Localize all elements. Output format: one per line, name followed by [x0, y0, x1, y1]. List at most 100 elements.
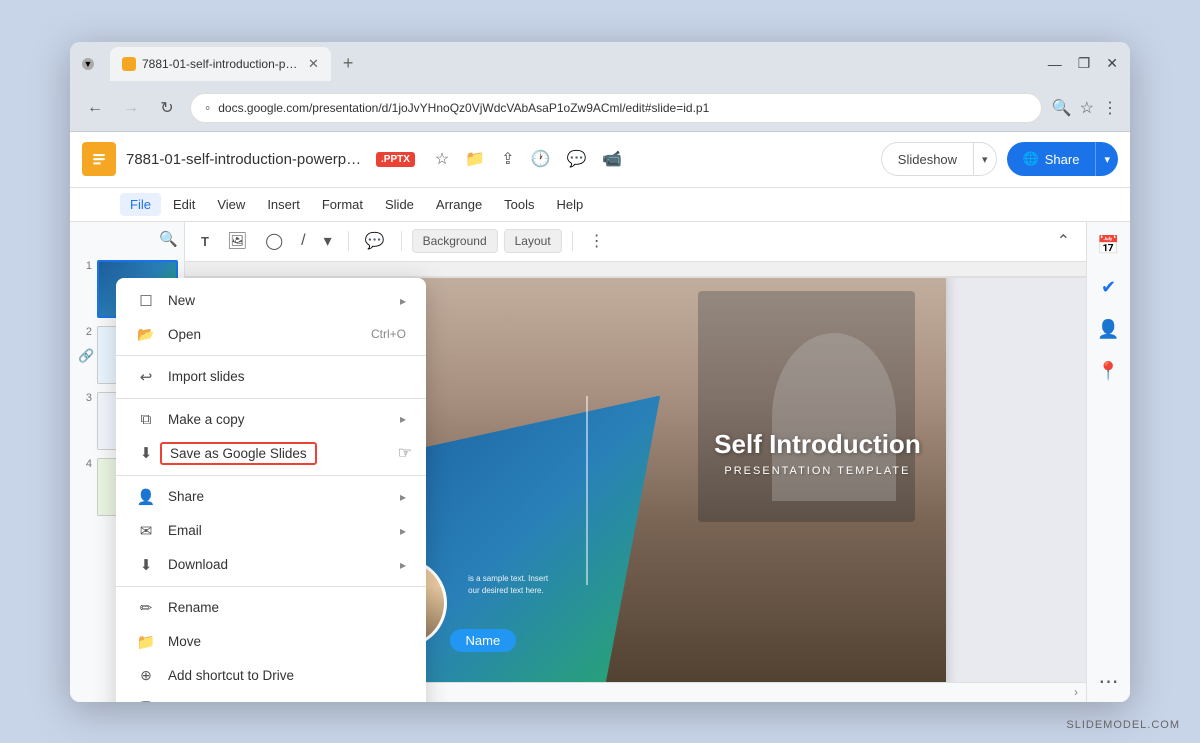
toolbar-icons: ☆ 📁 ⇪ 🕐 💬 📹	[431, 145, 626, 173]
comment-icon[interactable]: 💬	[563, 145, 591, 173]
pptx-badge: .PPTX	[376, 152, 415, 167]
new-arrow: ▸	[400, 294, 406, 308]
download-icon: ⬇	[136, 556, 156, 574]
dd-item-open[interactable]: 📂 Open Ctrl+O	[116, 318, 426, 351]
dd-item-import[interactable]: ↩ Import slides	[116, 360, 426, 394]
copy-arrow: ▸	[400, 412, 406, 426]
watermark: SLIDEMODEL.COM	[1066, 719, 1180, 731]
slideshow-button[interactable]: Slideshow ▾	[881, 142, 997, 176]
share-icon: 👤	[136, 488, 156, 506]
dd-sep-4	[116, 586, 426, 587]
menu-arrange[interactable]: Arrange	[426, 193, 492, 216]
dd-item-share[interactable]: 👤 Share ▸	[116, 480, 426, 514]
dd-label-open: Open	[168, 327, 201, 342]
url-bar[interactable]: ⚬ docs.google.com/presentation/d/1joJvYH…	[190, 93, 1042, 123]
share-dropdown-btn[interactable]: ▾	[1096, 142, 1118, 176]
share-main-btn[interactable]: 🌐 Share	[1007, 142, 1097, 176]
address-bar: ← → ↻ ⚬ docs.google.com/presentation/d/1…	[70, 86, 1130, 132]
restore-btn[interactable]: ❐	[1078, 55, 1091, 72]
menu-edit[interactable]: Edit	[163, 193, 205, 216]
reload-btn[interactable]: ↻	[154, 95, 180, 121]
share-globe-icon: 🌐	[1023, 151, 1039, 167]
dd-label-save-google: Save as Google Slides	[160, 442, 317, 465]
close-btn[interactable]: ✕	[1106, 55, 1118, 72]
dd-label-copy: Make a copy	[168, 412, 245, 427]
tab-area: 7881-01-self-introduction-pow... ✕ +	[110, 47, 1040, 81]
share-button[interactable]: 🌐 Share ▾	[1007, 142, 1118, 176]
menu-insert[interactable]: Insert	[257, 193, 310, 216]
new-icon: ☐	[136, 292, 156, 310]
dd-label-trash: Move to trash	[168, 701, 250, 702]
window-collapse-btn[interactable]: ▼	[82, 58, 94, 70]
dd-sep-2	[116, 398, 426, 399]
camera-icon[interactable]: 📹	[598, 145, 626, 173]
menu-help[interactable]: Help	[547, 193, 594, 216]
app-toolbar: 7881-01-self-introduction-powerpoi... .P…	[70, 132, 1130, 188]
address-bar-actions: 🔍 ☆ ⋮	[1052, 98, 1118, 118]
dd-item-move[interactable]: 📁 Move	[116, 625, 426, 659]
slideshow-dropdown-btn[interactable]: ▾	[974, 143, 996, 175]
tab-title: 7881-01-self-introduction-pow...	[142, 57, 302, 71]
minimize-btn[interactable]: —	[1048, 56, 1062, 72]
dd-item-save-google[interactable]: ⬇ Save as Google Slides ☞	[116, 436, 426, 471]
share-arrow: ▸	[400, 490, 406, 504]
app-title: 7881-01-self-introduction-powerpoi...	[126, 151, 366, 168]
dd-label-email: Email	[168, 523, 202, 538]
slideshow-main-btn[interactable]: Slideshow	[882, 143, 974, 175]
zoom-btn[interactable]: 🔍	[1052, 98, 1072, 118]
dd-item-add-shortcut[interactable]: ⊕ Add shortcut to Drive	[116, 659, 426, 692]
history-icon[interactable]: 🕐	[527, 145, 555, 173]
new-tab-btn[interactable]: +	[335, 53, 362, 74]
dd-label-move: Move	[168, 634, 201, 649]
forward-btn[interactable]: →	[118, 95, 144, 121]
menu-tools[interactable]: Tools	[494, 193, 544, 216]
dd-label-add-shortcut: Add shortcut to Drive	[168, 668, 294, 683]
dd-item-rename[interactable]: ✏ Rename	[116, 591, 426, 625]
add-shortcut-icon: ⊕	[136, 667, 156, 684]
dd-sep-3	[116, 475, 426, 476]
title-bar: ▼ 7881-01-self-introduction-pow... ✕ + —…	[70, 42, 1130, 86]
dd-sep-1	[116, 355, 426, 356]
dd-item-trash[interactable]: 🗑 Move to trash	[116, 692, 426, 702]
email-arrow: ▸	[400, 524, 406, 538]
move-icon: 📁	[136, 633, 156, 651]
download-arrow: ▸	[400, 558, 406, 572]
back-btn[interactable]: ←	[82, 95, 108, 121]
star-icon[interactable]: ☆	[431, 145, 453, 173]
trash-icon: 🗑	[136, 700, 156, 702]
dd-item-new[interactable]: ☐ New ▸	[116, 284, 426, 318]
import-icon: ↩	[136, 368, 156, 386]
dropdown-overlay[interactable]: ☐ New ▸ 📂 Open Ctrl+O ↩ Import slides	[70, 222, 1130, 702]
file-dropdown-menu: ☐ New ▸ 📂 Open Ctrl+O ↩ Import slides	[116, 278, 426, 702]
dd-item-email[interactable]: ✉ Email ▸	[116, 514, 426, 548]
app-logo	[82, 142, 116, 176]
browser-window: ▼ 7881-01-self-introduction-pow... ✕ + —…	[70, 42, 1130, 702]
share-label: Share	[1045, 152, 1080, 167]
cloud-icon[interactable]: ⇪	[497, 145, 518, 173]
more-btn[interactable]: ⋮	[1102, 98, 1118, 118]
menu-bar: File Edit View Insert Format Slide Arran…	[70, 188, 1130, 222]
rename-icon: ✏	[136, 599, 156, 617]
copy-icon: ⧉	[136, 411, 156, 428]
window-controls: — ❐ ✕	[1048, 55, 1118, 72]
menu-format[interactable]: Format	[312, 193, 373, 216]
main-content: 🔍 1 2 🔗 3	[70, 222, 1130, 702]
folder-icon[interactable]: 📁	[461, 145, 489, 173]
active-tab[interactable]: 7881-01-self-introduction-pow... ✕	[110, 47, 331, 81]
bookmark-btn[interactable]: ☆	[1080, 98, 1094, 118]
tab-favicon	[122, 57, 136, 71]
security-icon: ⚬	[203, 102, 212, 115]
open-icon: 📂	[136, 326, 156, 343]
dd-label-rename: Rename	[168, 600, 219, 615]
menu-slide[interactable]: Slide	[375, 193, 424, 216]
dd-label-download: Download	[168, 557, 228, 572]
dd-item-download[interactable]: ⬇ Download ▸	[116, 548, 426, 582]
dd-item-copy[interactable]: ⧉ Make a copy ▸	[116, 403, 426, 436]
tab-close-btn[interactable]: ✕	[308, 56, 319, 72]
email-icon: ✉	[136, 522, 156, 540]
cursor-pointer: ☞	[398, 443, 412, 463]
dd-label-share: Share	[168, 489, 204, 504]
menu-file[interactable]: File	[120, 193, 161, 216]
menu-view[interactable]: View	[207, 193, 255, 216]
title-bar-left: ▼	[82, 58, 94, 70]
